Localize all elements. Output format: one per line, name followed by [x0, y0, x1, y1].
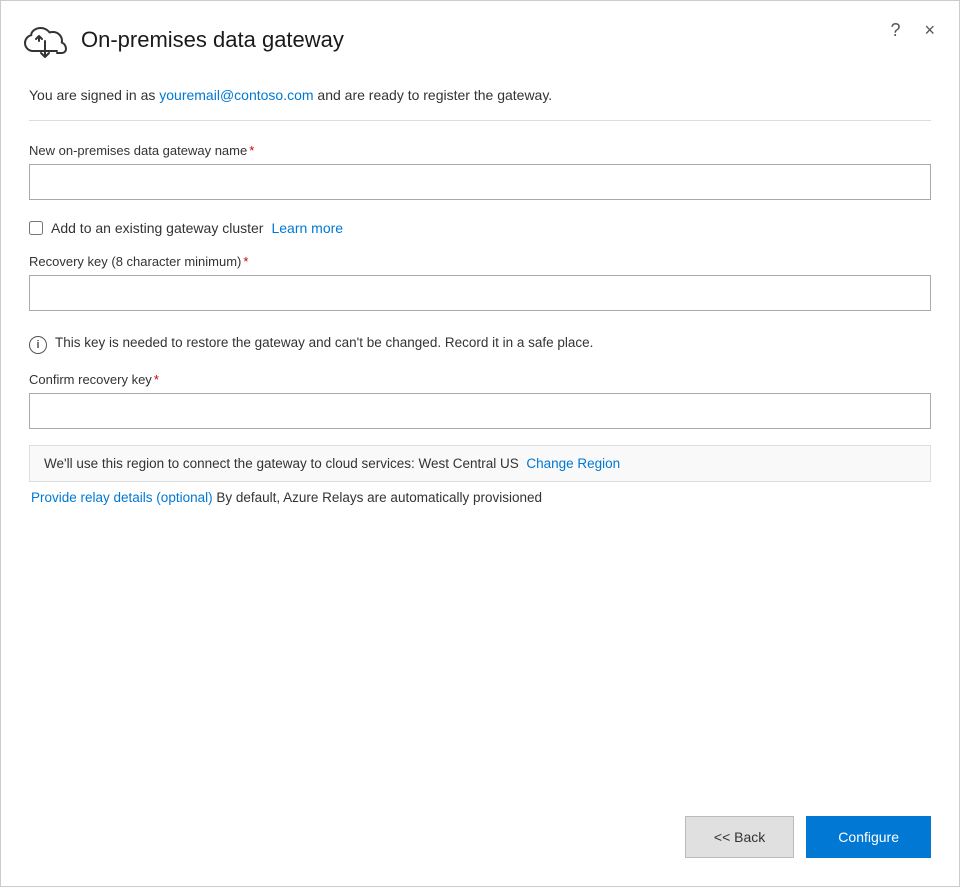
- dialog-footer: << Back Configure: [1, 792, 959, 886]
- back-button[interactable]: << Back: [685, 816, 794, 858]
- info-icon: i: [29, 336, 47, 354]
- checkbox-label: Add to an existing gateway cluster: [51, 220, 263, 236]
- recovery-key-group: Recovery key (8 character minimum)*: [29, 254, 931, 311]
- configure-button[interactable]: Configure: [806, 816, 931, 858]
- recovery-key-info-text: This key is needed to restore the gatewa…: [55, 335, 593, 350]
- cloud-icon: [21, 19, 69, 61]
- change-region-link[interactable]: Change Region: [526, 456, 620, 471]
- signed-in-suffix: and are ready to register the gateway.: [314, 87, 553, 103]
- header-actions: ? ×: [886, 19, 939, 41]
- gateway-name-input[interactable]: [29, 164, 931, 200]
- signed-in-prefix: You are signed in as: [29, 87, 159, 103]
- dialog-header: On-premises data gateway ? ×: [1, 1, 959, 75]
- region-text: We'll use this region to connect the gat…: [44, 456, 519, 471]
- recovery-key-required: *: [243, 254, 248, 269]
- checkbox-row: Add to an existing gateway cluster Learn…: [29, 220, 931, 236]
- divider: [29, 120, 931, 121]
- signed-in-message: You are signed in as youremail@contoso.c…: [29, 75, 931, 120]
- add-to-cluster-checkbox[interactable]: [29, 221, 43, 235]
- dialog-body: You are signed in as youremail@contoso.c…: [1, 75, 959, 792]
- gateway-name-required: *: [249, 143, 254, 158]
- confirm-key-input[interactable]: [29, 393, 931, 429]
- relay-details-link[interactable]: Provide relay details (optional): [31, 490, 213, 505]
- dialog-container: On-premises data gateway ? × You are sig…: [0, 0, 960, 887]
- recovery-key-input[interactable]: [29, 275, 931, 311]
- gateway-name-label: New on-premises data gateway name*: [29, 143, 931, 158]
- close-button[interactable]: ×: [920, 19, 939, 41]
- confirm-key-label: Confirm recovery key*: [29, 372, 931, 387]
- confirm-key-required: *: [154, 372, 159, 387]
- help-button[interactable]: ?: [886, 19, 904, 41]
- recovery-key-label: Recovery key (8 character minimum)*: [29, 254, 931, 269]
- confirm-key-group: Confirm recovery key*: [29, 372, 931, 429]
- region-box: We'll use this region to connect the gat…: [29, 445, 931, 482]
- learn-more-link[interactable]: Learn more: [271, 220, 343, 236]
- signed-in-email: youremail@contoso.com: [159, 87, 313, 103]
- title-row: On-premises data gateway: [21, 19, 344, 61]
- relay-row: Provide relay details (optional) By defa…: [29, 490, 931, 505]
- gateway-name-group: New on-premises data gateway name*: [29, 143, 931, 200]
- relay-text-suffix: By default, Azure Relays are automatical…: [213, 490, 542, 505]
- recovery-key-info-box: i This key is needed to restore the gate…: [29, 335, 931, 354]
- dialog-title: On-premises data gateway: [81, 27, 344, 53]
